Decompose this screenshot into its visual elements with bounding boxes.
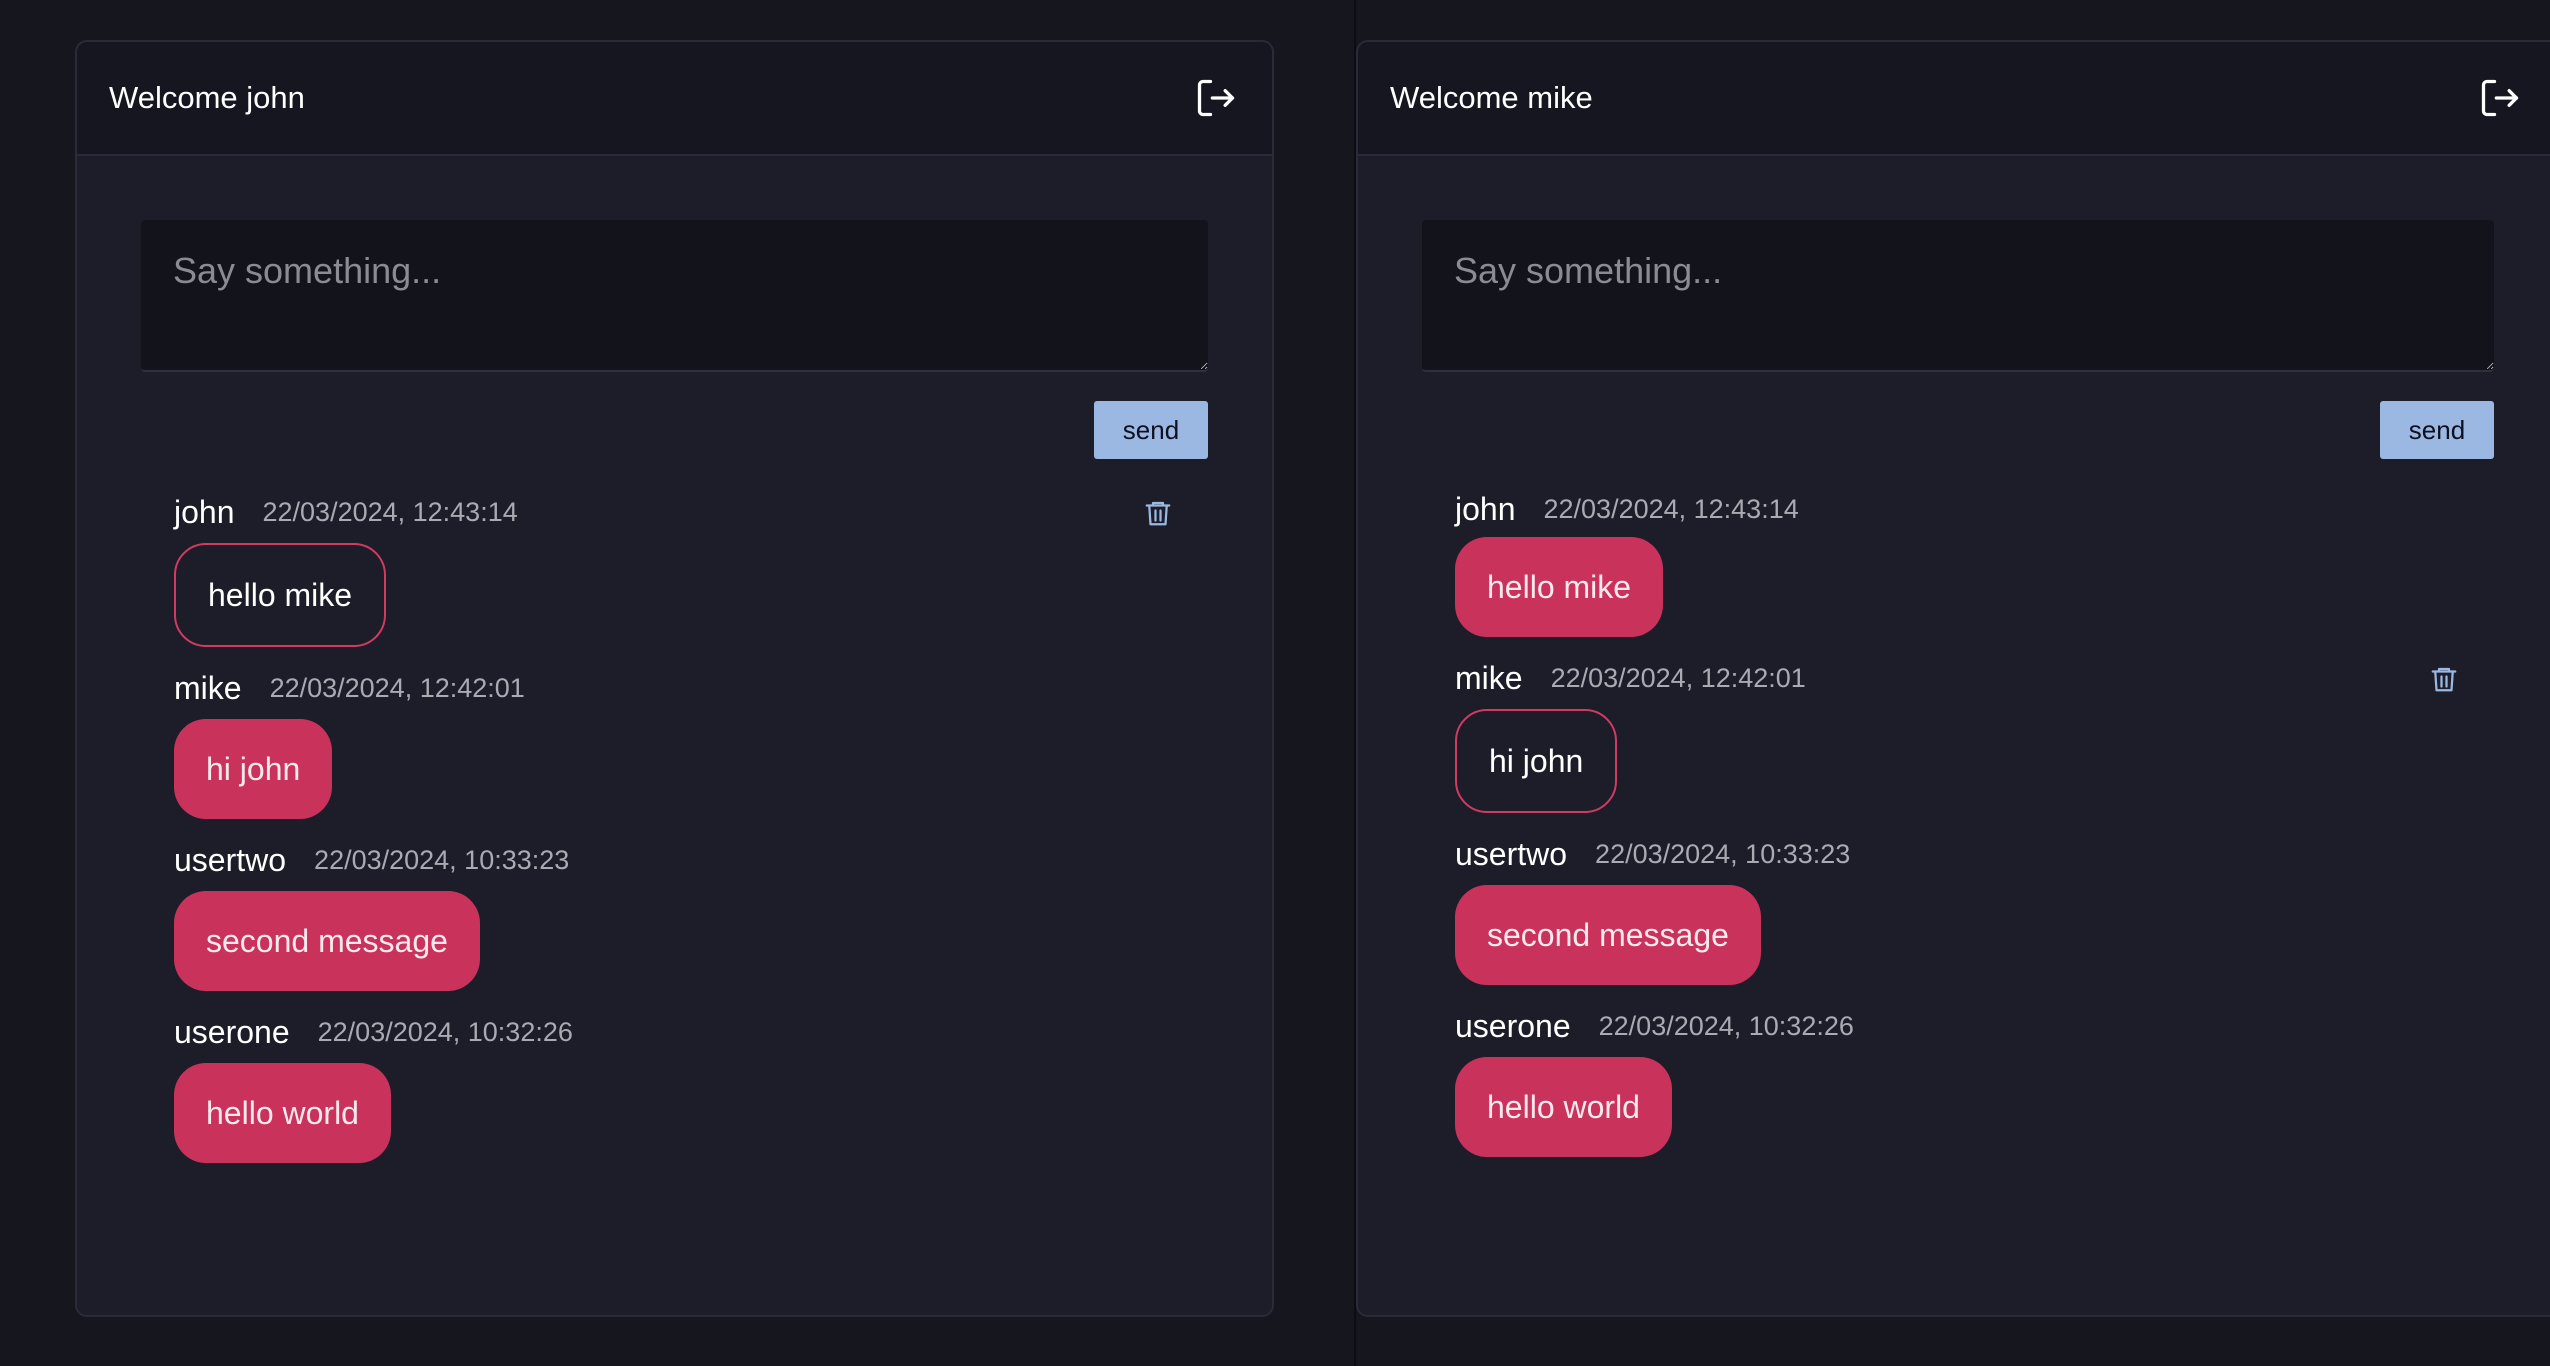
left-chat-pane: Welcome john send john 22/03/2024, 12:43…	[0, 0, 1354, 1366]
message-bubble: second message	[1455, 885, 1761, 985]
message-author: mike	[1455, 659, 1523, 696]
message-header: usertwo 22/03/2024, 10:33:23	[174, 835, 1176, 885]
message-input[interactable]	[141, 220, 1208, 372]
logout-icon	[2481, 79, 2519, 117]
message-timestamp: 22/03/2024, 12:43:14	[262, 496, 518, 527]
message-bubble: hello world	[174, 1063, 391, 1163]
right-chat-pane: Welcome mike send john 22/03/2024, 12:43…	[1356, 0, 2550, 1366]
message-bubble: hello mike	[174, 543, 387, 647]
message-timestamp: 22/03/2024, 10:33:23	[314, 844, 570, 875]
message-timestamp: 22/03/2024, 12:43:14	[1543, 493, 1799, 524]
logout-button[interactable]	[2476, 74, 2524, 122]
message-author: usertwo	[174, 841, 287, 878]
chat-card: Welcome john send john 22/03/2024, 12:43…	[75, 40, 1274, 1317]
send-button[interactable]: send	[2380, 401, 2494, 459]
chat-body: send john 22/03/2024, 12:43:14	[77, 156, 1272, 1163]
message-bubble: hello world	[1455, 1057, 1672, 1157]
logout-button[interactable]	[1192, 74, 1240, 122]
page-title: Welcome john	[109, 80, 305, 115]
message-list: john 22/03/2024, 12:43:14 hello mike mik…	[141, 487, 1208, 1163]
message-item: userone 22/03/2024, 10:32:26 hello world	[174, 1007, 1176, 1163]
chat-card: Welcome mike send john 22/03/2024, 12:43…	[1356, 40, 2550, 1317]
message-timestamp: 22/03/2024, 10:33:23	[1595, 838, 1851, 869]
message-timestamp: 22/03/2024, 10:32:26	[317, 1016, 573, 1047]
message-author: john	[1455, 490, 1516, 527]
message-timestamp: 22/03/2024, 12:42:01	[1550, 662, 1806, 693]
message-bubble: hello mike	[1455, 537, 1664, 637]
message-item: usertwo 22/03/2024, 10:33:23 second mess…	[1455, 829, 2462, 985]
message-input[interactable]	[1422, 220, 2494, 372]
chat-header: Welcome mike	[1358, 42, 2550, 156]
logout-icon	[1197, 79, 1235, 117]
message-item: mike 22/03/2024, 12:42:01 hi john	[174, 663, 1176, 819]
send-button[interactable]: send	[1094, 401, 1208, 459]
message-header: mike 22/03/2024, 12:42:01	[1455, 653, 2462, 703]
message-author: userone	[1455, 1007, 1571, 1044]
send-row: send	[1422, 401, 2494, 459]
delete-message-button[interactable]	[1140, 495, 1176, 531]
trash-icon	[2431, 667, 2457, 692]
message-item: john 22/03/2024, 12:43:14 hello mike	[174, 487, 1176, 647]
message-item: mike 22/03/2024, 12:42:01 hi john	[1455, 653, 2462, 813]
message-author: usertwo	[1455, 835, 1568, 872]
message-header: mike 22/03/2024, 12:42:01	[174, 663, 1176, 713]
send-row: send	[141, 401, 1208, 459]
message-header: john 22/03/2024, 12:43:14	[1455, 487, 2462, 531]
message-bubble: hi john	[1455, 709, 1618, 813]
message-header: userone 22/03/2024, 10:32:26	[1455, 1001, 2462, 1051]
message-author: userone	[174, 1013, 290, 1050]
chat-header: Welcome john	[77, 42, 1272, 156]
message-timestamp: 22/03/2024, 10:32:26	[1598, 1010, 1854, 1041]
message-header: userone 22/03/2024, 10:32:26	[174, 1007, 1176, 1057]
message-bubble: hi john	[174, 719, 333, 819]
message-header: usertwo 22/03/2024, 10:33:23	[1455, 829, 2462, 879]
message-timestamp: 22/03/2024, 12:42:01	[269, 672, 525, 703]
message-item: userone 22/03/2024, 10:32:26 hello world	[1455, 1001, 2462, 1157]
message-bubble: second message	[174, 891, 480, 991]
message-item: usertwo 22/03/2024, 10:33:23 second mess…	[174, 835, 1176, 991]
message-list: john 22/03/2024, 12:43:14 hello mike mik…	[1422, 487, 2494, 1157]
delete-message-button[interactable]	[2426, 661, 2462, 697]
chat-body: send john 22/03/2024, 12:43:14 hello mik…	[1358, 156, 2550, 1157]
message-author: mike	[174, 669, 242, 706]
message-item: john 22/03/2024, 12:43:14 hello mike	[1455, 487, 2462, 637]
message-author: john	[174, 493, 235, 530]
page-title: Welcome mike	[1390, 80, 1593, 115]
trash-icon	[1145, 501, 1171, 526]
message-header: john 22/03/2024, 12:43:14	[174, 487, 1176, 537]
